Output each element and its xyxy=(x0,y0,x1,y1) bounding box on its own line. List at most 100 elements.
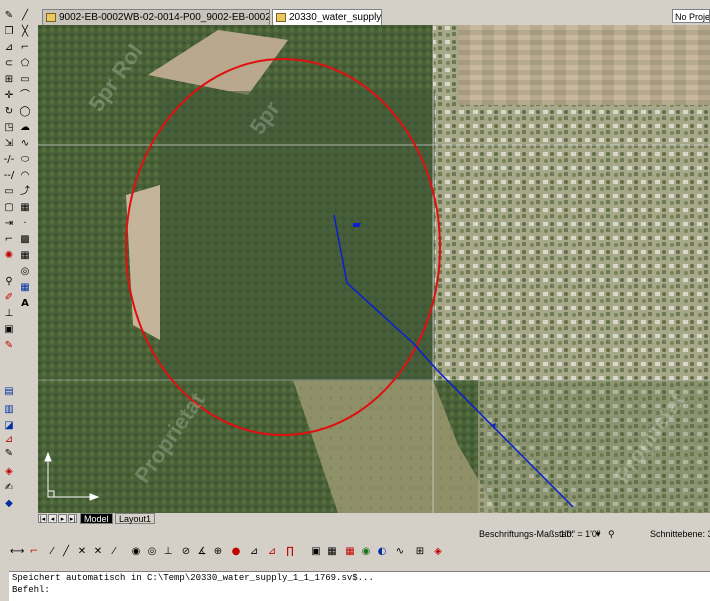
annotation-scale-value[interactable]: 1'0" = 1'0" xyxy=(560,526,600,542)
status-bar: Beschriftungs-Maßstab: 1'0" = 1'0" ▾ ⚲ S… xyxy=(0,526,710,542)
layout-tab-bar: |◂ ◂ ▸ ▸| Model Layout1 xyxy=(35,513,710,525)
bucket-icon[interactable]: ◈ xyxy=(3,466,15,478)
first-tab-button[interactable]: |◂ xyxy=(38,514,47,523)
make-block-icon[interactable]: ▦ xyxy=(19,202,31,214)
prev-tab-button[interactable]: ◂ xyxy=(48,514,57,523)
annotation-visibility-icon[interactable]: ⚲ xyxy=(608,526,615,542)
insert-block-icon[interactable]: ⤴ xyxy=(19,186,31,198)
highlight-icon[interactable]: ⊿ xyxy=(3,434,15,446)
join-icon[interactable]: ▢ xyxy=(3,202,15,214)
gradient-icon[interactable]: ▦ xyxy=(19,250,31,262)
stretch-icon[interactable]: ⇲ xyxy=(3,138,15,150)
command-window[interactable]: Speichert automatisch in C:\Temp\20330_w… xyxy=(9,571,710,601)
quick-dim-icon[interactable]: ◎ xyxy=(146,546,158,558)
next-tab-button[interactable]: ▸ xyxy=(58,514,67,523)
spline-icon[interactable]: ∿ xyxy=(19,138,31,150)
tool-palette-icon[interactable]: ▦ xyxy=(344,546,356,558)
tab-label: 20330_water_supply xyxy=(289,12,382,23)
draworder-icon[interactable]: ✎ xyxy=(3,448,15,460)
arc-icon[interactable]: ⌒ xyxy=(19,90,31,102)
left-toolbars: ✎ ❐ ⊿ ⊂ ⊞ ✛ ↻ ◳ ⇲ -/- --/ ▭ ▢ ⇥ ⌐ ✺ ⚲ ✐ … xyxy=(0,0,35,520)
baseline-icon[interactable]: ⊥ xyxy=(162,546,174,558)
center-mark-icon[interactable]: ⊕ xyxy=(212,546,224,558)
arc-length-icon[interactable]: ⁄ xyxy=(46,546,58,558)
dim-update-icon[interactable]: ⊿ xyxy=(266,546,278,558)
project-selector[interactable]: No Project xyxy=(672,9,710,23)
match-properties-icon[interactable]: ⚲ xyxy=(3,276,15,288)
block-icon[interactable]: ▣ xyxy=(3,324,15,336)
ellipse-arc-icon[interactable]: ◠ xyxy=(19,170,31,182)
command-prompt[interactable]: Befehl: xyxy=(9,584,710,596)
tab-drawing-1[interactable]: 9002-EB-0002WB-02-0014-P00_9002-EB-0002W… xyxy=(42,9,270,25)
properties-icon[interactable]: ▣ xyxy=(310,546,322,558)
sheet-set-icon[interactable]: ◉ xyxy=(360,546,372,558)
last-tab-button[interactable]: ▸| xyxy=(68,514,77,523)
table-icon[interactable]: ▦ xyxy=(19,282,31,294)
document-tab-bar: 9002-EB-0002WB-02-0014-P00_9002-EB-0002W… xyxy=(35,6,710,25)
design-center-icon[interactable]: ▦ xyxy=(326,546,338,558)
construction-line-icon[interactable]: ╳ xyxy=(19,26,31,38)
eraser-bottom-icon[interactable]: ◈ xyxy=(432,546,444,558)
rotate-icon[interactable]: ↻ xyxy=(3,106,15,118)
circle-icon[interactable]: ◯ xyxy=(19,106,31,118)
cut-plane-label: Schnittebene: 3.5 xyxy=(650,529,710,539)
ordinate-icon[interactable]: ╱ xyxy=(60,546,72,558)
break-icon[interactable]: ▭ xyxy=(3,186,15,198)
layer-icon[interactable]: ▤ xyxy=(3,386,15,398)
tab-label: 9002-EB-0002WB-02-0014-P00_9002-EB-0002W… xyxy=(59,12,270,23)
properties-tool-icon[interactable]: ◪ xyxy=(3,420,15,432)
drawing-file-icon xyxy=(276,13,286,22)
offset-icon[interactable]: ⊂ xyxy=(3,58,15,70)
trim-icon[interactable]: -/- xyxy=(3,154,15,166)
revcloud-icon[interactable]: ☁ xyxy=(19,122,31,134)
point-icon[interactable]: · xyxy=(19,218,31,230)
scale-dropdown-icon[interactable]: ▾ xyxy=(596,526,601,542)
rectangle-icon[interactable]: ▭ xyxy=(19,74,31,86)
aerial-image xyxy=(38,25,710,513)
tab-water-supply[interactable]: 20330_water_supply xyxy=(272,9,382,25)
jogged-icon[interactable]: ✕ xyxy=(92,546,104,558)
move-icon[interactable]: ✛ xyxy=(3,90,15,102)
erase-icon[interactable]: ✎ xyxy=(3,10,15,22)
angular-icon[interactable]: ◉ xyxy=(130,546,142,558)
fillet-icon[interactable]: ⌐ xyxy=(3,234,15,246)
erase-tool-icon[interactable]: ✎ xyxy=(3,340,15,352)
mtext-icon[interactable]: A xyxy=(19,298,31,310)
dim-style-icon[interactable]: ∏ xyxy=(284,546,296,558)
ellipse-icon[interactable]: ⬭ xyxy=(19,154,31,166)
array-icon[interactable]: ⊞ xyxy=(3,74,15,86)
dimension-toolbar: ⟷ ⌐ ⁄ ╱ ✕ ✕ ⁄ ◉ ◎ ⊥ ⊘ ∡ ⊕ ● ⊿ ⊿ ∏ ▣ ▦ ▦ … xyxy=(0,543,710,561)
continue-icon[interactable]: ⊘ xyxy=(180,546,192,558)
match-icon[interactable]: ⊞ xyxy=(414,546,426,558)
radius-icon[interactable]: ✕ xyxy=(76,546,88,558)
linear-dim-icon[interactable]: ⟷ xyxy=(10,546,24,558)
tolerance-icon[interactable]: ∡ xyxy=(196,546,208,558)
aligned-dim-icon[interactable]: ⌐ xyxy=(28,546,40,558)
drawing-file-icon xyxy=(46,13,56,22)
line-icon[interactable]: ╱ xyxy=(19,10,31,22)
markup-icon[interactable]: ◐ xyxy=(376,546,388,558)
region-icon[interactable]: ◎ xyxy=(19,266,31,278)
polygon-icon[interactable]: ⬠ xyxy=(19,58,31,70)
eraser-icon[interactable]: ◆ xyxy=(3,498,15,510)
tab-layout1[interactable]: Layout1 xyxy=(115,513,156,524)
polyline-icon[interactable]: ⌐ xyxy=(19,42,31,54)
chamfer-icon[interactable]: ⇥ xyxy=(3,218,15,230)
snap-icon[interactable]: ⊥ xyxy=(3,308,15,320)
quickcalc-icon[interactable]: ∿ xyxy=(394,546,406,558)
dim-text-edit-icon[interactable]: ⊿ xyxy=(248,546,260,558)
dim-edit-icon[interactable]: ● xyxy=(230,546,242,558)
eyedrop-icon[interactable]: ✍ xyxy=(3,482,15,494)
layer-prev-icon[interactable]: ▥ xyxy=(3,404,15,416)
drawing-canvas[interactable]: 5pr Rol 5pr Proprietat Proprietat xyxy=(38,25,710,513)
copy-icon[interactable]: ❐ xyxy=(3,26,15,38)
hatch-icon[interactable]: ▩ xyxy=(19,234,31,246)
scale-icon[interactable]: ◳ xyxy=(3,122,15,134)
pencil-icon[interactable]: ✐ xyxy=(3,292,15,304)
mirror-icon[interactable]: ⊿ xyxy=(3,42,15,54)
extend-icon[interactable]: --/ xyxy=(3,170,15,182)
command-history-line: Speichert automatisch in C:\Temp\20330_w… xyxy=(12,573,374,583)
explode-icon[interactable]: ✺ xyxy=(3,250,15,262)
tab-model[interactable]: Model xyxy=(80,513,113,524)
diameter-icon[interactable]: ⁄ xyxy=(108,546,120,558)
